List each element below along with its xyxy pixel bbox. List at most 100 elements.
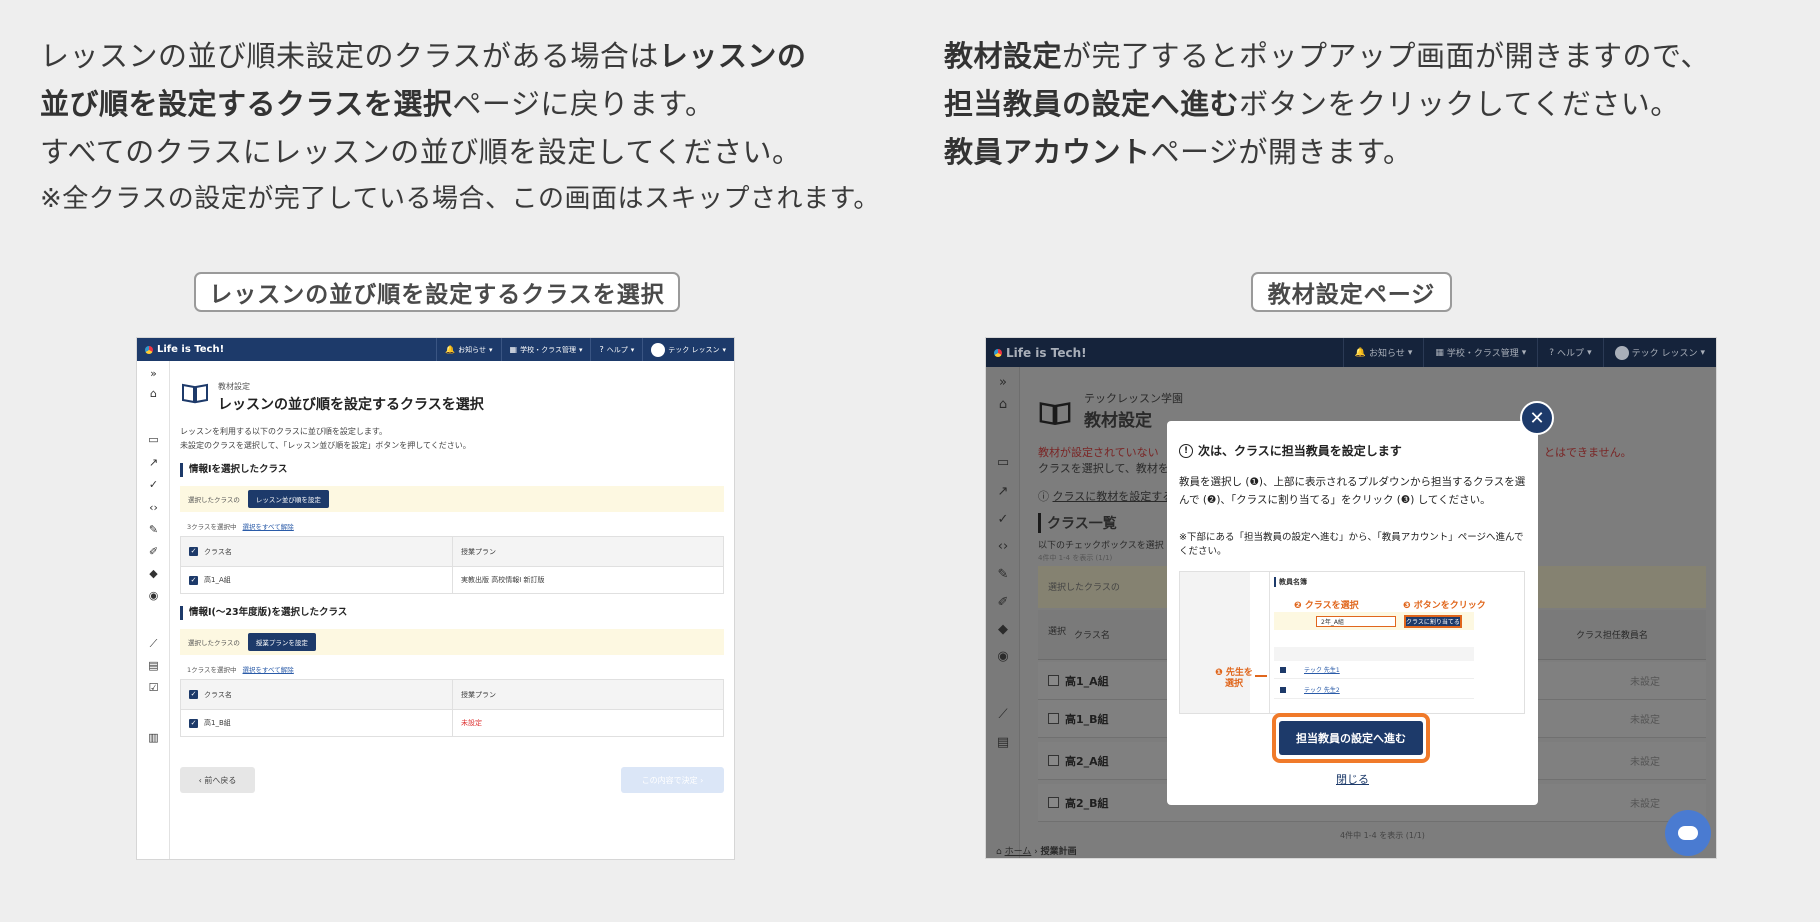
school-menu[interactable]: ▦ 学校・クラス管理 ▾ bbox=[1423, 338, 1537, 367]
home-icon[interactable]: ⌂ bbox=[137, 387, 170, 400]
chart-icon[interactable]: ⟋ bbox=[137, 637, 170, 651]
logo-text: Life is Tech! bbox=[1006, 345, 1087, 360]
row-checkbox[interactable]: ✓ bbox=[189, 718, 198, 728]
monitor-icon[interactable]: ▭ bbox=[986, 455, 1020, 470]
help-link[interactable]: ⓘ クラスに教材を設定する bbox=[1038, 488, 1173, 504]
code-icon[interactable]: ‹› bbox=[986, 539, 1020, 554]
instruction-text: クラスを選択して、教材を bbox=[1038, 462, 1169, 475]
bell-icon: 🔔 bbox=[1354, 347, 1367, 358]
section-heading: 情報Ⅰを選択したクラス bbox=[180, 463, 287, 477]
school-name: テックレッスン学園 bbox=[1084, 392, 1183, 405]
help-icon: ? bbox=[599, 345, 604, 354]
column-header: クラス名 bbox=[1074, 631, 1110, 641]
set-plan-button[interactable]: 授業プランを設定 bbox=[247, 633, 316, 651]
list-count: 4件中 1-4 を表示 (1/1) bbox=[1340, 831, 1425, 840]
selection-bar: 選択したクラスの レッスン並び順を設定 bbox=[180, 486, 724, 512]
column-header: クラス名 bbox=[204, 690, 232, 699]
breadcrumb-home[interactable]: ホーム bbox=[1005, 847, 1032, 857]
clear-selection-link[interactable]: 選択をすべて解除 bbox=[243, 666, 294, 674]
check-icon[interactable]: ✓ bbox=[986, 512, 1020, 527]
help-label: ヘルプ bbox=[1557, 349, 1585, 359]
code-icon[interactable]: ‹› bbox=[137, 501, 170, 514]
set-lesson-order-button[interactable]: レッスン並び順を設定 bbox=[247, 490, 329, 508]
user-menu[interactable]: テック レッスン ▾ bbox=[1602, 338, 1716, 367]
trend-icon[interactable]: ↗ bbox=[986, 484, 1020, 499]
palette-icon[interactable]: ◉ bbox=[137, 589, 170, 602]
palette-icon[interactable]: ◉ bbox=[986, 649, 1020, 664]
notice-menu[interactable]: 🔔 お知らせ ▾ bbox=[1342, 338, 1424, 367]
app-logo[interactable]: Life is Tech! bbox=[986, 346, 1087, 360]
row-checkbox[interactable] bbox=[1048, 755, 1059, 766]
help-menu[interactable]: ? ヘルプ ▾ bbox=[1537, 338, 1602, 367]
class-dropdown: 2年_A組 bbox=[1316, 616, 1396, 627]
info-icon: ! bbox=[1179, 443, 1193, 458]
help-icon: ⓘ bbox=[1038, 490, 1053, 503]
modal-body: 教員を選択し (❶)、上部に表示されるプルダウンから担当するクラスを選んで (❷… bbox=[1179, 476, 1526, 506]
book-icon bbox=[182, 383, 208, 404]
row-checkbox[interactable] bbox=[1048, 797, 1059, 808]
doc-icon[interactable]: ▤ bbox=[986, 735, 1020, 750]
selection-label: 選択したクラスの bbox=[188, 639, 240, 647]
user-menu[interactable]: テック レッスン ▾ bbox=[642, 338, 734, 361]
class-table: ✓ クラス名 授業プラン ✓ 高1_A組 実教出版 高校情報Ⅰ 新訂版 bbox=[180, 536, 724, 594]
pen-icon[interactable]: ✎ bbox=[137, 523, 170, 536]
modal-note: ※下部にある「担当教員の設定へ進む」から、「教員アカウント」ページへ進んでくださ… bbox=[1179, 532, 1524, 557]
breadcrumb-current: 授業計画 bbox=[1040, 847, 1077, 857]
notice-label: お知らせ bbox=[458, 345, 487, 354]
help-menu[interactable]: ? ヘルプ ▾ bbox=[590, 338, 642, 361]
edit-icon[interactable]: ✐ bbox=[986, 595, 1020, 610]
selection-count: 1クラスを選択中 選択をすべて解除 bbox=[187, 664, 294, 674]
chart-icon[interactable]: ⟋ bbox=[986, 707, 1020, 722]
trend-icon[interactable]: ↗ bbox=[137, 456, 170, 469]
logo-icon bbox=[145, 345, 153, 354]
notice-label: お知らせ bbox=[1369, 349, 1405, 359]
table-row[interactable]: ✓ 高1_B組 未設定 bbox=[181, 710, 723, 736]
python-icon[interactable]: ◆ bbox=[137, 567, 170, 580]
bar-chart-icon[interactable]: ▥ bbox=[137, 731, 170, 744]
check-icon[interactable]: ✓ bbox=[137, 478, 170, 491]
caption-text: レッスンの並び順未設定のクラスがある場合は bbox=[40, 39, 659, 73]
app-header: Life is Tech! 🔔 お知らせ ▾ ▦ 学校・クラス管理 ▾ ? ヘルプ ▾… bbox=[986, 338, 1716, 367]
caption-text: ページに戻ります。 bbox=[452, 87, 715, 121]
caption-bold: 教員アカウント bbox=[944, 135, 1151, 169]
table-row[interactable]: ✓ 高1_A組 実教出版 高校情報Ⅰ 新訂版 bbox=[181, 567, 723, 593]
select-all-checkbox[interactable]: ✓ bbox=[189, 690, 198, 699]
go-to-teacher-setup-button[interactable]: 担当教員の設定へ進む bbox=[1279, 721, 1423, 755]
checklist-icon[interactable]: ☑ bbox=[137, 681, 170, 694]
doc-icon[interactable]: ▤ bbox=[137, 659, 170, 672]
chat-icon[interactable] bbox=[1665, 810, 1711, 856]
selection-count-text: 3クラスを選択中 bbox=[187, 523, 237, 531]
teacher-status: 未設定 bbox=[1630, 799, 1660, 810]
row-checkbox[interactable]: ✓ bbox=[189, 575, 198, 585]
building-icon: ▦ bbox=[509, 345, 518, 354]
clear-selection-link[interactable]: 選択をすべて解除 bbox=[243, 523, 294, 531]
notice-menu[interactable]: 🔔 お知らせ ▾ bbox=[436, 338, 500, 361]
row-checkbox[interactable] bbox=[1048, 675, 1059, 686]
step-3-label: ❸ ボタンをクリック bbox=[1403, 601, 1486, 611]
school-menu[interactable]: ▦ 学校・クラス管理 ▾ bbox=[500, 338, 591, 361]
close-link[interactable]: 閉じる bbox=[1167, 771, 1538, 787]
plan-status: 未設定 bbox=[461, 719, 482, 727]
class-name: 高1_B組 bbox=[1065, 712, 1109, 726]
app-logo[interactable]: Life is Tech! bbox=[137, 344, 224, 355]
selection-count: 3クラスを選択中 選択をすべて解除 bbox=[187, 521, 294, 531]
monitor-icon[interactable]: ▭ bbox=[137, 433, 170, 446]
select-all-checkbox[interactable]: ✓ bbox=[189, 547, 198, 556]
class-name: 高1_A組 bbox=[204, 576, 231, 584]
class-order-screenshot: Life is Tech! 🔔 お知らせ ▾ ▦ 学校・クラス管理 ▾ ? ヘルプ ▾… bbox=[137, 338, 734, 859]
pen-icon[interactable]: ✎ bbox=[986, 567, 1020, 582]
home-icon[interactable]: ⌂ bbox=[986, 397, 1020, 412]
caption-note: ※全クラスの設定が完了している場合、この画面はスキップされます。 bbox=[40, 184, 880, 214]
confirm-button[interactable]: この内容で決定 › bbox=[621, 767, 724, 793]
edit-icon[interactable]: ✐ bbox=[137, 545, 170, 558]
expand-icon[interactable]: » bbox=[137, 367, 170, 380]
help-link-text: クラスに教材を設定する bbox=[1052, 490, 1174, 503]
plan-name: 実教出版 高校情報Ⅰ 新訂版 bbox=[461, 576, 545, 584]
bell-icon: 🔔 bbox=[445, 345, 456, 354]
expand-icon[interactable]: » bbox=[986, 375, 1020, 390]
row-checkbox[interactable] bbox=[1048, 713, 1059, 724]
python-icon[interactable]: ◆ bbox=[986, 622, 1020, 637]
back-button[interactable]: ‹ 前へ戻る bbox=[180, 767, 255, 793]
close-icon[interactable]: ✕ bbox=[1520, 401, 1554, 435]
step-1-label: ❶ 先生を選択 bbox=[1215, 668, 1253, 689]
